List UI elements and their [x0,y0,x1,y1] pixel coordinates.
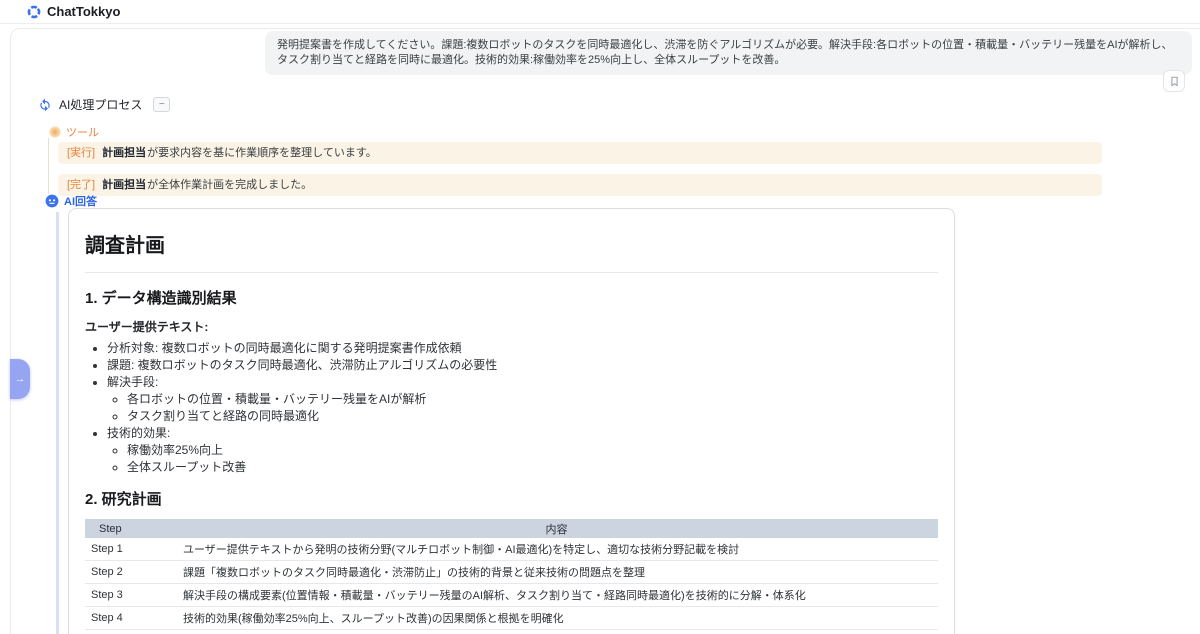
doc-title: 調査計画 [85,235,165,257]
bullet-text: タスク割り当てと経路の同時最適化 [127,409,320,423]
research-plan-table: Step 内容 Step 1 ユーザー提供テキストから発明の技術分野(マルチロボット… [85,519,938,634]
step-status-tag: [実行] [67,147,99,159]
process-step: [完了] 計画担当が全体作業計画を完成しました。 [58,174,1102,196]
table-row: Step 4 技術的効果(稼働効率25%向上、スループット改善)の因果関係と根拠を… [85,606,938,630]
step-text: が全体作業計画を完成しました。 [147,179,313,191]
bullet-sublist: 稼働効率25%向上全体スループット改善 [107,443,938,474]
user-message-bubble: 発明提案書を作成してください。課題:複数ロボットのタスクを同時最適化し、渋滞を防… [265,31,1192,75]
section2-heading: 2. 研究計画 [85,491,162,508]
bullet-text: 課題: 複数ロボットのタスク同時最適化、渋滞防止アルゴリズムの必要性 [107,358,498,372]
sidebar-expand-button[interactable]: → [10,359,30,399]
bullet-text: 各ロボットの位置・積載量・バッテリー残量をAIが解析 [127,392,427,406]
arrow-right-icon: → [14,373,26,385]
bookmark-icon [1170,76,1178,86]
bookmark-button[interactable] [1163,70,1185,92]
answer-card: 調査計画 1. データ構造識別結果 ユーザー提供テキスト: 分析対象: 複数ロボ… [68,208,955,634]
collapse-button[interactable]: − [153,97,171,112]
ai-answer-icon [45,194,59,208]
step-cell: Step 1 [85,538,175,561]
content-cell: ユーザー提供テキストから発明の技術分野(マルチロボット制御・AI最適化)を特定し… [175,538,938,561]
bullet-item: 稼働効率25%向上 [127,443,938,457]
answer-connector [56,212,59,634]
bullet-item: 解決手段: 各ロボットの位置・積載量・バッテリー残量をAIが解析タスク割り当てと経… [107,375,938,423]
spark-icon [49,126,61,138]
app-title: ChatTokkyo [47,4,121,19]
process-header: AI処理プロセス − [38,96,171,113]
bullet-item: 全体スループット改善 [127,460,938,474]
section1-heading: 1. データ構造識別結果 [85,290,237,307]
bullet-sublist: 各ロボットの位置・積載量・バッテリー残量をAIが解析タスク割り当てと経路の同時最… [107,392,938,423]
tool-section: ツール [49,124,99,140]
bullet-text: 解決手段: [107,375,159,389]
tool-label: ツール [66,127,99,139]
step-agent: 計画担当 [102,179,147,191]
process-sync-icon [40,98,50,111]
bullet-text: 稼働効率25%向上 [127,443,224,457]
timeline-connector [48,138,49,194]
step-cell: Step 5 [85,629,175,634]
table-header: Step 内容 [85,519,938,538]
section1-intro: ユーザー提供テキスト: [85,320,209,334]
content-cell: 技術的効果(稼働効率25%向上、スループット改善)の因果関係と根拠を明確化 [175,606,938,630]
ai-answer-label: AI回答 [64,196,97,208]
app-logo[interactable]: ChatTokkyo [27,4,120,19]
step-cell: Step 4 [85,606,175,630]
bullet-text: 技術的効果: [107,426,171,440]
step-cell: Step 2 [85,560,175,584]
table-row: Step 5発明提案書に必要な請求項の構成要素と従属項の展開可能性を検討 [85,629,938,634]
ai-answer-header: AI回答 [45,193,97,209]
content-cell: 発明提案書に必要な請求項の構成要素と従属項の展開可能性を検討 [175,629,938,634]
step-status-tag: [完了] [67,179,99,191]
process-step: [実行] 計画担当が要求内容を基に作業順序を整理しています。 [58,142,1102,164]
step-cell: Step 3 [85,583,175,607]
bullet-item: タスク割り当てと経路の同時最適化 [127,409,938,423]
bullet-item: 技術的効果: 稼働効率25%向上全体スループット改善 [107,426,938,474]
section1-bullet-list: 分析対象: 複数ロボットの同時最適化に関する発明提案書作成依頼課題: 複数ロボッ… [85,341,938,474]
app-header: ChatTokkyo [0,0,1200,24]
app-screen: ChatTokkyo 発明提案書を作成してください。課題:複数ロボットのタスクを… [0,0,1200,634]
bullet-item: 各ロボットの位置・積載量・バッテリー残量をAIが解析 [127,392,938,406]
table-row: Step 3 解決手段の構成要素(位置情報・積載量・バッテリー残量のAI解析、タス… [85,583,938,607]
doc-divider [85,272,938,273]
content-cell: 解決手段の構成要素(位置情報・積載量・バッテリー残量のAI解析、タスク割り当て・… [175,583,938,607]
table-row: Step 1 ユーザー提供テキストから発明の技術分野(マルチロボット制御・AI最適… [85,538,938,561]
step-text: が要求内容を基に作業順序を整理しています。 [147,147,377,159]
process-steps: [実行] 計画担当が要求内容を基に作業順序を整理しています。 [完了] 計画担当… [58,142,1102,206]
logo-icon [27,5,41,18]
user-message-text: 発明提案書を作成してください。課題:複数ロボットのタスクを同時最適化し、渋滞を防… [277,39,1173,66]
bullet-item: 課題: 複数ロボットのタスク同時最適化、渋滞防止アルゴリズムの必要性 [107,358,938,372]
column-header-content: 内容 [175,519,938,538]
table-row: Step 2 課題「複数ロボットのタスク同時最適化・渋滞防止」の技術的背景と従来技… [85,560,938,584]
bullet-text: 全体スループット改善 [127,460,247,474]
step-agent: 計画担当 [102,147,147,159]
column-header-step: Step [85,519,175,538]
process-title: AI処理プロセス [59,98,143,112]
bullet-item: 分析対象: 複数ロボットの同時最適化に関する発明提案書作成依頼 [107,341,938,355]
bullet-text: 分析対象: 複数ロボットの同時最適化に関する発明提案書作成依頼 [107,341,462,355]
content-cell: 課題「複数ロボットのタスク同時最適化・渋滞防止」の技術的背景と従来技術の問題点を… [175,560,938,584]
